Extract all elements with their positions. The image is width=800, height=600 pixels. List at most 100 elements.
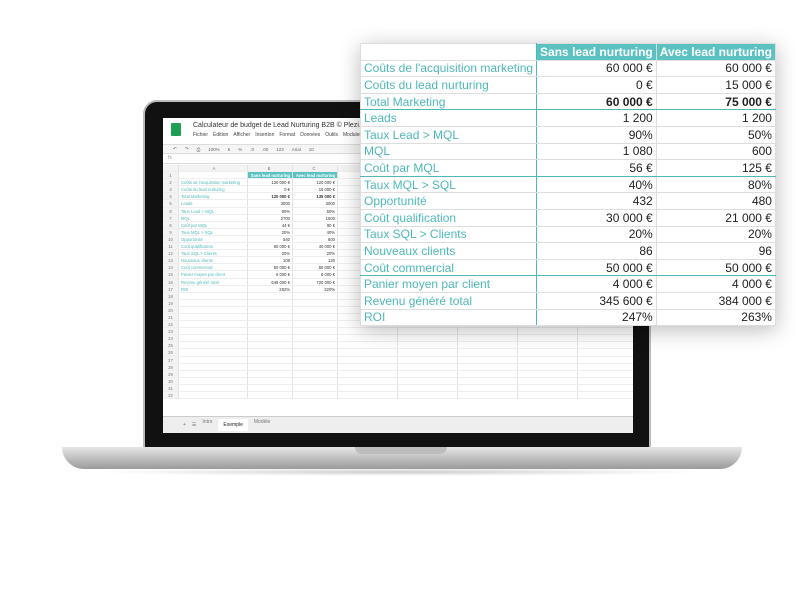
cell[interactable] [338,392,398,399]
menu-item[interactable]: Insertion [255,132,274,138]
cell[interactable] [179,384,248,391]
cell[interactable] [293,321,338,328]
cell[interactable] [458,392,518,399]
cell[interactable]: Coût qualification [179,243,248,250]
cell[interactable]: Taux Lead > MQL [179,207,248,214]
row-number[interactable]: 11 [163,243,179,250]
cell[interactable] [248,349,293,356]
cell[interactable] [179,377,248,384]
row-number[interactable]: 7 [163,214,179,221]
cell[interactable]: 3000 [293,200,338,207]
cell[interactable]: 44 € [248,221,293,228]
cell[interactable] [338,384,398,391]
cell[interactable] [293,299,338,306]
cell[interactable] [518,328,578,335]
cell[interactable] [179,328,248,335]
cell[interactable]: Leads [179,200,248,207]
cell[interactable]: Opportunité [179,235,248,243]
cell[interactable] [293,292,338,299]
sheet-tab-modèle[interactable]: Modèle [254,419,270,431]
cell[interactable] [398,328,458,335]
row-number[interactable]: 15 [163,271,179,278]
menu-item[interactable]: Format [279,132,295,138]
cell[interactable]: 15 000 € [293,186,338,193]
toolbar-button[interactable]: € [228,147,231,152]
add-sheet-icon[interactable]: + [183,422,186,428]
cell[interactable] [293,356,338,363]
cell[interactable]: 6 000 € [293,271,338,278]
toolbar-button[interactable]: ↷ [185,146,189,152]
cell[interactable]: 2700 [248,214,293,221]
row-number[interactable]: 4 [163,193,179,200]
cell[interactable] [248,313,293,321]
cell[interactable]: 20% [248,228,293,235]
cell[interactable] [518,342,578,349]
toolbar-button[interactable]: .00 [262,147,268,152]
cell[interactable] [248,321,293,328]
cell[interactable] [179,392,248,399]
cell[interactable] [179,370,248,377]
cell[interactable]: 40 000 € [293,243,338,250]
toolbar-button[interactable]: 123 [276,147,284,152]
cell[interactable] [398,377,458,384]
cell[interactable] [458,363,518,370]
cell[interactable] [398,349,458,356]
cell[interactable] [398,356,458,363]
cell[interactable] [338,363,398,370]
cell[interactable]: 90 € [293,221,338,228]
row-number[interactable]: 18 [163,292,179,299]
cell[interactable]: 50 000 € [293,264,338,271]
cell[interactable]: Taux SQL > Clients [179,250,248,257]
cell[interactable] [518,356,578,363]
cell[interactable] [179,321,248,328]
row-number[interactable]: 12 [163,250,179,257]
row-number[interactable]: 5 [163,200,179,207]
cell[interactable] [518,384,578,391]
cell[interactable] [338,377,398,384]
row-number[interactable]: 25 [163,342,179,349]
cell[interactable]: Nouveaux clients [179,257,248,264]
row-number[interactable]: 24 [163,335,179,342]
cell[interactable] [293,306,338,313]
cell[interactable] [293,384,338,391]
cell[interactable]: Panier moyen par client [179,271,248,278]
cell[interactable] [398,384,458,391]
row-number[interactable]: 30 [163,377,179,384]
row-number[interactable]: 20 [163,306,179,313]
cell[interactable]: 120 000 € [293,179,338,186]
column-header[interactable]: A [179,165,248,172]
cell[interactable] [248,342,293,349]
cell[interactable] [179,349,248,356]
cell[interactable] [518,363,578,370]
cell[interactable] [338,328,398,335]
cell[interactable] [293,370,338,377]
cell[interactable]: 320% [293,285,338,292]
row-number[interactable]: 23 [163,328,179,335]
cell[interactable] [179,299,248,306]
cell[interactable]: 108 [248,257,293,264]
cell[interactable] [458,370,518,377]
cell[interactable]: Sans lead nurturing [248,172,293,179]
cell[interactable]: Revenu généré total [179,278,248,285]
cell[interactable] [458,349,518,356]
menu-item[interactable]: Données [300,132,320,138]
cell[interactable]: 120 000 € [248,179,293,186]
cell[interactable] [458,328,518,335]
cell[interactable] [458,335,518,342]
cell[interactable] [518,349,578,356]
cell[interactable]: 50% [293,207,338,214]
cell[interactable] [248,292,293,299]
cell[interactable] [293,363,338,370]
column-header[interactable]: B [248,165,293,172]
toolbar-button[interactable]: 100% [208,147,220,152]
toolbar-button[interactable]: ↶ [173,146,177,152]
row-number[interactable]: 22 [163,321,179,328]
cell[interactable] [338,349,398,356]
cell[interactable] [248,377,293,384]
row-number[interactable]: 9 [163,228,179,235]
cell[interactable] [179,292,248,299]
row-number[interactable]: 28 [163,363,179,370]
cell[interactable] [248,328,293,335]
cell[interactable] [458,384,518,391]
cell[interactable] [248,392,293,399]
